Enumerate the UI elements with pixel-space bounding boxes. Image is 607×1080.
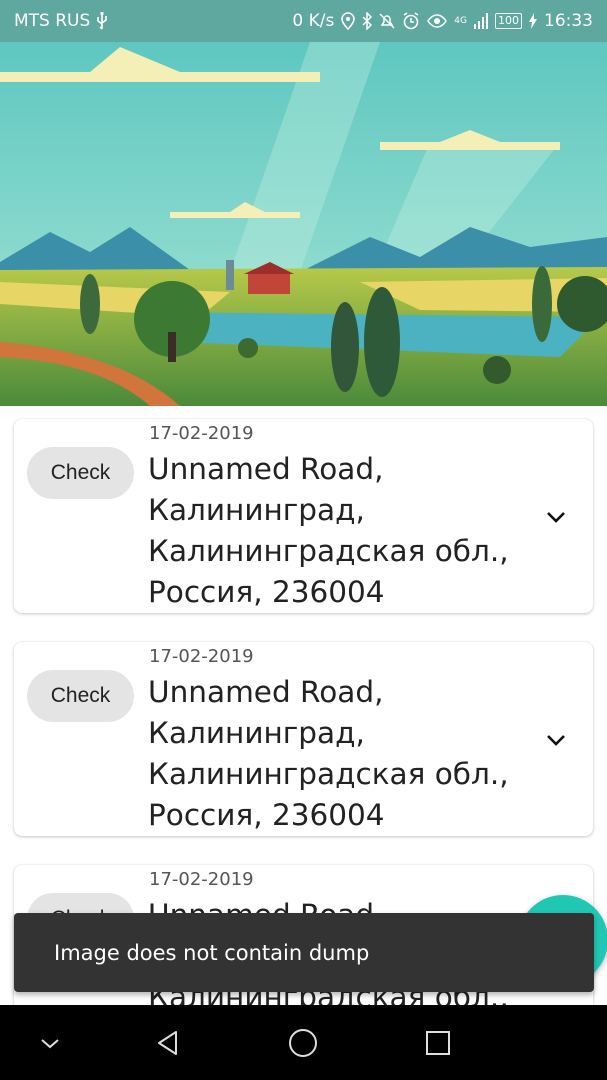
item-date: 17-02-2019: [149, 869, 254, 890]
bluetooth-icon: [362, 12, 373, 30]
list-item[interactable]: Check 17-02-2019 Unnamed Road, Калинингр…: [14, 642, 593, 836]
nav-recents-button[interactable]: [408, 1005, 468, 1080]
home-circle-icon: [289, 1028, 317, 1057]
nav-home-button[interactable]: [273, 1005, 333, 1080]
battery-icon: 100: [495, 13, 522, 29]
chevron-down-icon[interactable]: [544, 728, 568, 752]
network-type: 4G: [454, 15, 467, 26]
status-icons: 0 K/s 4G 100 16:33: [292, 11, 593, 31]
usb-icon: [97, 12, 108, 30]
snackbar: Image does not contain dump: [14, 913, 594, 992]
check-button[interactable]: Check: [27, 670, 134, 722]
snackbar-message: Image does not contain dump: [54, 940, 370, 965]
recents-square-icon: [426, 1030, 450, 1055]
back-triangle-icon: [158, 1030, 177, 1055]
item-date: 17-02-2019: [149, 423, 254, 444]
mute-icon: [379, 13, 395, 29]
system-navigation-bar: [0, 1005, 607, 1080]
list-item[interactable]: Check 17-02-2019 Unnamed Road, Калинингр…: [14, 419, 593, 613]
item-date: 17-02-2019: [149, 646, 254, 667]
signal-icon: [474, 13, 488, 29]
network-speed: 0 K/s: [292, 11, 335, 31]
nav-back-button[interactable]: [138, 1005, 198, 1080]
eye-icon: [427, 14, 448, 28]
chevron-down-icon: [41, 1038, 59, 1048]
status-bar: MTS RUS 0 K/s 4G 100 16:33: [0, 0, 607, 42]
location-icon: [341, 12, 356, 30]
item-address: Unnamed Road, Калининград, Калининградск…: [148, 452, 509, 609]
clock: 16:33: [544, 11, 593, 31]
carrier-name: MTS RUS: [14, 11, 91, 31]
nav-hide-button[interactable]: [20, 1005, 80, 1080]
item-address: Unnamed Road, Калининград, Калининградск…: [148, 675, 509, 832]
alarm-icon: [403, 12, 419, 30]
status-carrier-group: MTS RUS: [14, 11, 292, 31]
chevron-down-icon[interactable]: [544, 505, 568, 529]
check-button[interactable]: Check: [27, 447, 134, 499]
landscape-illustration: [0, 42, 607, 406]
charging-icon: [529, 13, 537, 29]
hero-landscape-image: [0, 42, 607, 406]
